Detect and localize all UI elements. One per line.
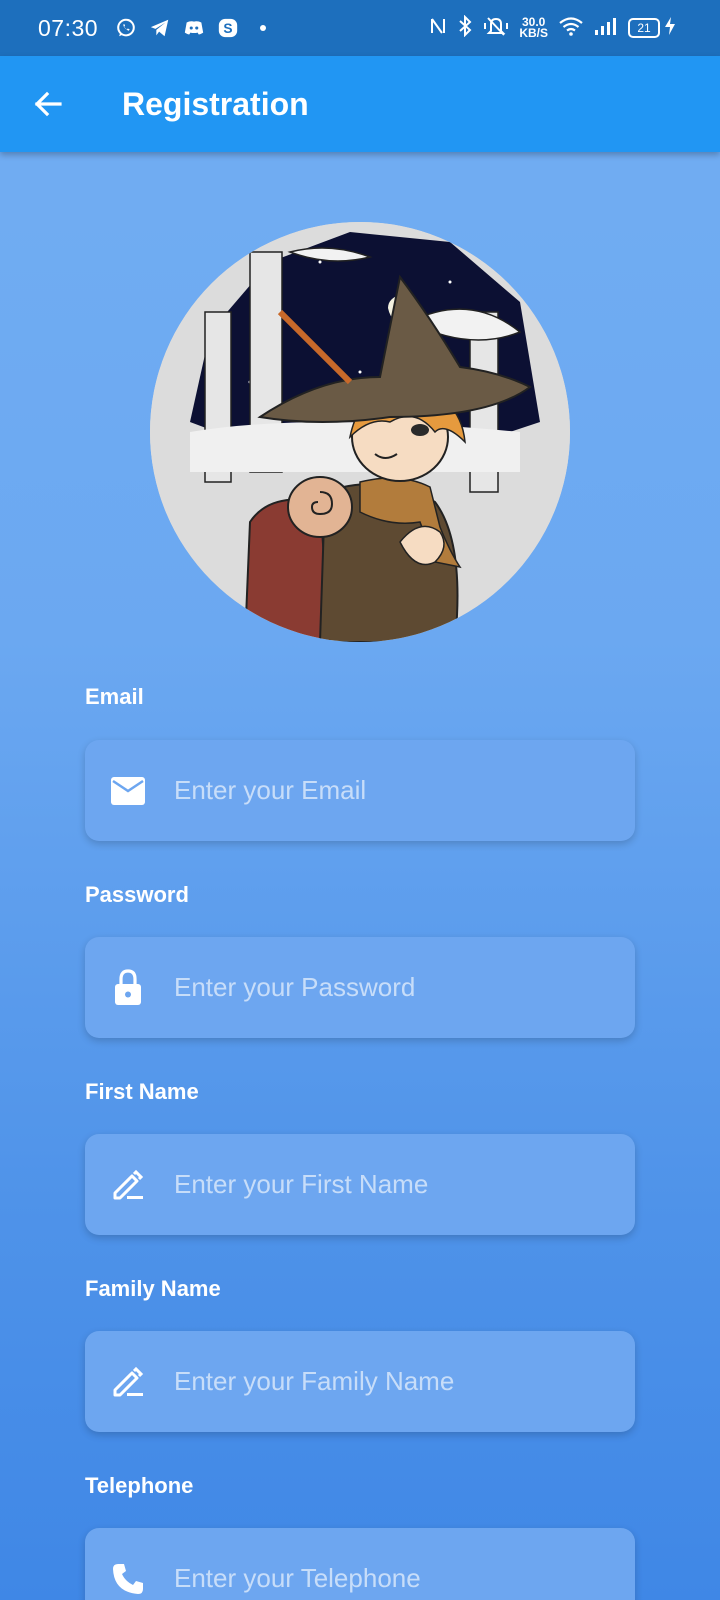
first-name-input[interactable]: [172, 1153, 635, 1216]
status-bar: 07:30 S 30.0 KB/S 21: [0, 0, 720, 56]
email-input[interactable]: [172, 759, 635, 822]
phone-icon: [108, 1559, 148, 1599]
mail-icon: [108, 771, 148, 811]
registration-screen: 07:30 S 30.0 KB/S 21 Registration Email …: [0, 0, 720, 1600]
password-label: Password: [85, 882, 189, 907]
lock-icon: [108, 968, 148, 1008]
battery-level: 21: [628, 18, 660, 38]
family-name-field[interactable]: [85, 1331, 635, 1432]
password-input[interactable]: [172, 956, 635, 1019]
svg-text:S: S: [223, 21, 232, 36]
telephone-input[interactable]: [172, 1547, 635, 1600]
network-speed: 30.0 KB/S: [519, 16, 548, 40]
arrow-back-icon: [34, 91, 62, 117]
bluetooth-icon: [457, 14, 473, 42]
family-name-input[interactable]: [172, 1350, 635, 1413]
page-title: Registration: [122, 85, 309, 122]
skype-icon: S: [216, 16, 240, 40]
vibrate-icon: [483, 15, 509, 42]
telephone-label: Telephone: [85, 1473, 194, 1498]
edit-icon: [108, 1362, 148, 1402]
edit-icon: [108, 1165, 148, 1205]
telephone-field[interactable]: [85, 1528, 635, 1600]
profile-avatar[interactable]: [150, 222, 570, 642]
whatsapp-icon: [114, 16, 138, 40]
first-name-label: First Name: [85, 1079, 199, 1104]
email-label: Email: [85, 684, 144, 709]
network-speed-unit: KB/S: [519, 26, 548, 40]
email-field[interactable]: [85, 740, 635, 841]
family-name-label: Family Name: [85, 1276, 221, 1301]
app-bar: Registration: [0, 56, 720, 152]
more-notifications-dot: [260, 25, 267, 31]
avatar-illustration: [150, 222, 570, 642]
discord-icon: [182, 16, 206, 40]
status-time: 07:30: [38, 14, 99, 41]
telegram-icon: [148, 16, 172, 40]
wifi-icon: [558, 15, 584, 42]
signal-icon: [594, 16, 618, 41]
first-name-field[interactable]: [85, 1134, 635, 1235]
back-button[interactable]: [20, 76, 76, 132]
nfc-icon: [429, 16, 447, 41]
charging-icon: [664, 16, 676, 41]
password-field[interactable]: [85, 937, 635, 1038]
